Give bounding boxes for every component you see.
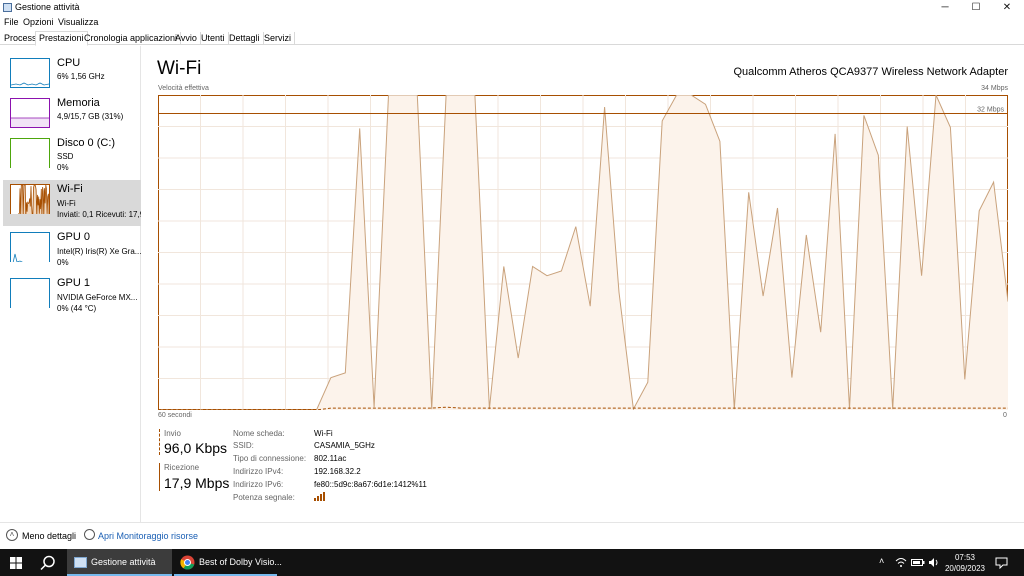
maximize-button[interactable]: ☐	[961, 0, 991, 16]
sidebar-item-usage: 0%	[57, 258, 69, 267]
resource-sidebar: CPU 6% 1,56 GHz Memoria 4,9/15,7 GB (31%…	[0, 46, 141, 522]
title-bar: Gestione attività ─ ☐ ✕	[0, 0, 1024, 16]
connection-type-value: 802.11ac	[314, 454, 347, 463]
disk-thumbnail	[10, 138, 50, 168]
ipv6-value: fe80::5d9c:8a67:6d1e:1412%11	[314, 480, 427, 489]
taskbar-chrome[interactable]: Best of Dolby Visio...	[174, 549, 282, 576]
receive-indicator	[159, 463, 160, 491]
sidebar-item-detail: Wi-Fi	[57, 199, 76, 208]
taskbar: Gestione attività Best of Dolby Visio...…	[0, 549, 1024, 576]
tab-bar: Processi Prestazioni Cronologia applicaz…	[0, 31, 1024, 46]
sidebar-item-detail: SSD	[57, 152, 74, 161]
search-icon[interactable]	[40, 555, 56, 571]
ssid-label: SSID:	[233, 441, 254, 450]
sidebar-item-title: GPU 0	[57, 231, 91, 243]
window-title: Gestione attività	[15, 2, 80, 12]
sidebar-item-disk[interactable]: Disco 0 (C:) SSD 0%	[3, 134, 141, 180]
battery-icon[interactable]	[911, 557, 925, 568]
windows-start-icon[interactable]	[10, 557, 22, 569]
tab-services[interactable]: Servizi	[261, 32, 296, 45]
tab-users[interactable]: Utenti	[198, 32, 229, 45]
sidebar-item-detail: NVIDIA GeForce MX...	[57, 293, 138, 302]
menu-options[interactable]: Opzioni	[23, 17, 54, 27]
sidebar-item-title: CPU	[57, 57, 81, 69]
taskbar-clock[interactable]: 07:53 20/09/2023	[945, 552, 985, 574]
ipv6-label: Indirizzo IPv6:	[233, 480, 284, 489]
receive-label: Ricezione	[164, 463, 200, 472]
taskbar-task-manager-label: Gestione attività	[91, 557, 156, 567]
sidebar-item-usage: Inviati: 0,1 Ricevuti: 17,9	[57, 210, 141, 219]
close-button[interactable]: ✕	[992, 0, 1022, 16]
send-indicator	[159, 429, 160, 455]
receive-value: 17,9 Mbps	[164, 475, 230, 491]
volume-icon[interactable]	[928, 557, 940, 568]
adapter-name-value: Wi-Fi	[314, 429, 333, 438]
task-manager-icon	[3, 3, 12, 12]
adapter-name: Qualcomm Atheros QCA9377 Wireless Networ…	[733, 66, 1008, 78]
sidebar-item-usage: 0%	[57, 163, 69, 172]
notifications-icon[interactable]	[995, 557, 1008, 569]
gpu1-thumbnail	[10, 278, 50, 308]
sidebar-item-detail: 4,9/15,7 GB (31%)	[57, 112, 124, 121]
clock-time: 07:53	[954, 553, 975, 562]
resource-monitor-icon	[84, 529, 95, 540]
signal-label: Potenza segnale:	[233, 493, 295, 502]
menu-bar: File Opzioni Visualizza	[0, 16, 1024, 30]
send-value: 96,0 Kbps	[164, 440, 228, 456]
ssid-value: CASAMIA_5GHz	[314, 441, 375, 450]
graph-max-label: 34 Mbps	[981, 85, 1008, 92]
reference-label: 32 Mbps	[977, 107, 1004, 114]
taskbar-chrome-label: Best of Dolby Visio...	[199, 557, 282, 567]
ipv4-label: Indirizzo IPv4:	[233, 467, 284, 476]
sidebar-item-usage: 0% (44 °C)	[57, 304, 97, 313]
sidebar-item-gpu0[interactable]: GPU 0 Intel(R) Iris(R) Xe Gra... 0%	[3, 228, 141, 274]
sidebar-item-wifi[interactable]: Wi-Fi Wi-Fi Inviati: 0,1 Ricevuti: 17,9	[3, 180, 141, 226]
clock-date: 20/09/2023	[944, 564, 985, 573]
chevron-up-icon[interactable]: ˄	[879, 556, 884, 566]
signal-strength-icon	[314, 492, 325, 501]
cpu-thumbnail	[10, 58, 50, 88]
connection-type-label: Tipo di connessione:	[233, 454, 307, 463]
chevron-up-icon[interactable]: ˄	[6, 529, 18, 541]
fewer-details-link[interactable]: Meno dettagli	[22, 531, 76, 541]
menu-file[interactable]: File	[4, 17, 19, 27]
task-manager-icon	[74, 557, 87, 568]
gpu0-thumbnail	[10, 232, 50, 262]
throughput-graph: 32 Mbps	[158, 95, 1008, 410]
send-label: Invio	[164, 429, 181, 438]
ipv4-value: 192.168.32.2	[314, 467, 361, 476]
sidebar-item-detail: 6% 1,56 GHz	[57, 72, 105, 81]
sidebar-item-detail: Intel(R) Iris(R) Xe Gra...	[57, 247, 141, 256]
tab-app-history[interactable]: Cronologia applicazioni	[81, 32, 182, 45]
time-right-label: 0	[1003, 412, 1007, 419]
tab-details[interactable]: Dettagli	[226, 32, 264, 45]
sidebar-item-title: Memoria	[57, 97, 100, 109]
tab-performance[interactable]: Prestazioni	[35, 31, 88, 46]
sidebar-item-title: Disco 0 (C:)	[57, 137, 116, 149]
memory-thumbnail	[10, 98, 50, 128]
chrome-icon	[180, 555, 195, 570]
menu-view[interactable]: Visualizza	[58, 17, 98, 27]
wifi-tray-icon[interactable]	[895, 557, 907, 568]
open-resource-monitor-link[interactable]: Apri Monitoraggio risorse	[98, 531, 198, 541]
time-left-label: 60 secondi	[158, 412, 192, 419]
wifi-thumbnail	[10, 184, 50, 214]
graph-label: Velocità effettiva	[158, 85, 209, 92]
sidebar-item-title: Wi-Fi	[57, 183, 83, 195]
tab-startup[interactable]: Avvio	[172, 32, 201, 45]
sidebar-item-gpu1[interactable]: GPU 1 NVIDIA GeForce MX... 0% (44 °C)	[3, 274, 141, 320]
taskbar-task-manager[interactable]: Gestione attività	[67, 549, 172, 576]
page-title: Wi-Fi	[157, 58, 202, 79]
minimize-button[interactable]: ─	[930, 0, 960, 16]
sidebar-item-title: GPU 1	[57, 277, 91, 289]
footer-bar: ˄ Meno dettagli Apri Monitoraggio risors…	[0, 522, 1024, 548]
adapter-name-label: Nome scheda:	[233, 429, 285, 438]
